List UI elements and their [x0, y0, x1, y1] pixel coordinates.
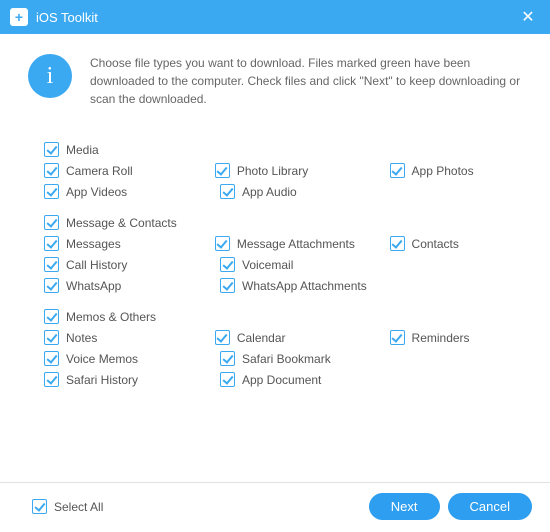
checkbox[interactable] — [44, 236, 59, 251]
checkbox[interactable] — [44, 163, 59, 178]
file-type-item[interactable]: Messages — [44, 236, 215, 251]
titlebar: + iOS Toolkit ✕ — [0, 0, 550, 34]
group-label: Message & Contacts — [66, 216, 177, 230]
file-type-item[interactable]: App Document — [220, 372, 400, 387]
footer: Select All Next Cancel — [0, 482, 550, 532]
file-type-item[interactable]: Photo Library — [215, 163, 390, 178]
checkbox[interactable] — [215, 236, 230, 251]
file-type-row: Safari History App Document — [44, 372, 506, 387]
file-type-label: Camera Roll — [66, 164, 133, 178]
file-type-item[interactable]: Camera Roll — [44, 163, 215, 178]
checkbox[interactable] — [44, 278, 59, 293]
app-icon: + — [10, 8, 28, 26]
file-type-label: Contacts — [412, 237, 459, 251]
file-type-item[interactable]: Voicemail — [220, 257, 400, 272]
checkbox[interactable] — [44, 372, 59, 387]
file-type-label: WhatsApp — [66, 279, 121, 293]
file-type-list: Media Camera Roll Photo Library App Photos A… — [0, 118, 550, 387]
file-type-label: App Videos — [66, 185, 127, 199]
cancel-button[interactable]: Cancel — [448, 493, 532, 520]
file-type-label: Voicemail — [242, 258, 293, 272]
file-type-label: App Document — [242, 373, 321, 387]
app-title: iOS Toolkit — [36, 10, 98, 25]
checkbox[interactable] — [44, 142, 59, 157]
checkbox[interactable] — [44, 330, 59, 345]
file-type-label: Safari History — [66, 373, 138, 387]
file-type-item[interactable]: Reminders — [390, 330, 506, 345]
file-type-item[interactable]: Safari Bookmark — [220, 351, 400, 366]
file-type-label: Calendar — [237, 331, 286, 345]
checkbox-select-all[interactable] — [32, 499, 47, 514]
select-all-label: Select All — [54, 500, 103, 514]
file-type-label: Voice Memos — [66, 352, 138, 366]
file-type-row: Call History Voicemail — [44, 257, 506, 272]
file-type-row: App Videos App Audio — [44, 184, 506, 199]
file-type-row: Camera Roll Photo Library App Photos — [44, 163, 506, 178]
file-type-item[interactable]: Notes — [44, 330, 215, 345]
checkbox[interactable] — [390, 330, 405, 345]
next-button[interactable]: Next — [369, 493, 440, 520]
file-type-item[interactable]: WhatsApp — [44, 278, 220, 293]
checkbox[interactable] — [220, 278, 235, 293]
file-type-item[interactable]: App Photos — [390, 163, 506, 178]
group-label: Media — [66, 143, 99, 157]
file-type-label: Messages — [66, 237, 121, 251]
checkbox[interactable] — [220, 351, 235, 366]
group-header[interactable]: Message & Contacts — [44, 215, 506, 230]
file-type-label: App Photos — [412, 164, 474, 178]
file-type-label: Photo Library — [237, 164, 308, 178]
file-type-item[interactable]: Voice Memos — [44, 351, 220, 366]
file-type-row: Voice Memos Safari Bookmark — [44, 351, 506, 366]
file-type-label: Safari Bookmark — [242, 352, 331, 366]
select-all-row[interactable]: Select All — [32, 499, 103, 514]
checkbox[interactable] — [390, 163, 405, 178]
checkbox[interactable] — [44, 215, 59, 230]
group-label: Memos & Others — [66, 310, 156, 324]
checkbox[interactable] — [220, 184, 235, 199]
info-icon: i — [28, 54, 72, 98]
file-type-group: Message & Contacts Messages Message Attach… — [44, 215, 506, 293]
file-type-item[interactable]: App Audio — [220, 184, 400, 199]
group-header[interactable]: Memos & Others — [44, 309, 506, 324]
file-type-group: Memos & Others Notes Calendar Reminders Voic… — [44, 309, 506, 387]
checkbox[interactable] — [220, 372, 235, 387]
file-type-group: Media Camera Roll Photo Library App Photos A… — [44, 142, 506, 199]
close-icon[interactable]: ✕ — [516, 7, 540, 27]
group-header[interactable]: Media — [44, 142, 506, 157]
file-type-label: Notes — [66, 331, 97, 345]
checkbox[interactable] — [215, 163, 230, 178]
file-type-label: WhatsApp Attachments — [242, 279, 367, 293]
file-type-item[interactable]: App Videos — [44, 184, 220, 199]
info-banner: i Choose file types you want to download… — [0, 34, 550, 118]
file-type-row: Messages Message Attachments Contacts — [44, 236, 506, 251]
file-type-item[interactable]: Calendar — [215, 330, 390, 345]
checkbox[interactable] — [44, 257, 59, 272]
checkbox[interactable] — [220, 257, 235, 272]
info-text: Choose file types you want to download. … — [90, 54, 522, 108]
file-type-item[interactable]: Contacts — [390, 236, 506, 251]
file-type-item[interactable]: WhatsApp Attachments — [220, 278, 400, 293]
file-type-label: Call History — [66, 258, 127, 272]
checkbox[interactable] — [44, 351, 59, 366]
file-type-row: Notes Calendar Reminders — [44, 330, 506, 345]
checkbox[interactable] — [390, 236, 405, 251]
checkbox[interactable] — [44, 309, 59, 324]
file-type-item[interactable]: Safari History — [44, 372, 220, 387]
file-type-row: WhatsApp WhatsApp Attachments — [44, 278, 506, 293]
file-type-label: Message Attachments — [237, 237, 355, 251]
checkbox[interactable] — [215, 330, 230, 345]
file-type-label: Reminders — [412, 331, 470, 345]
file-type-item[interactable]: Message Attachments — [215, 236, 390, 251]
file-type-label: App Audio — [242, 185, 297, 199]
checkbox[interactable] — [44, 184, 59, 199]
file-type-item[interactable]: Call History — [44, 257, 220, 272]
